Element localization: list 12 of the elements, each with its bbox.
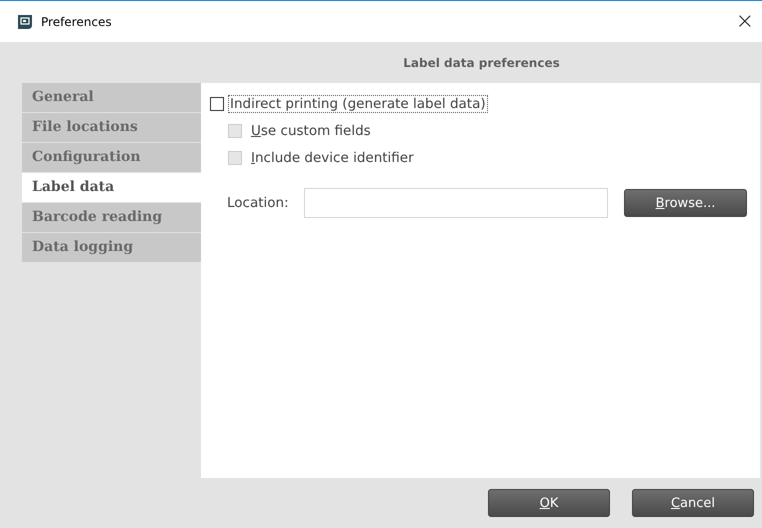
- checkbox-label[interactable]: Indirect printing (generate label data): [228, 94, 488, 112]
- dialog-button[interactable]: Cancel: [632, 489, 754, 517]
- window-title: Preferences: [41, 14, 112, 28]
- browse-button[interactable]: Browse...: [624, 189, 747, 217]
- app-icon: [17, 14, 33, 30]
- location-field[interactable]: [304, 188, 608, 218]
- close-button[interactable]: ×: [728, 9, 762, 34]
- dialog-button[interactable]: OK: [488, 489, 610, 517]
- location-label: Location:: [227, 195, 290, 211]
- page-heading: Label data preferences: [402, 56, 561, 70]
- checkbox[interactable]: [210, 96, 224, 110]
- sidebar-item[interactable]: Label data: [22, 173, 201, 202]
